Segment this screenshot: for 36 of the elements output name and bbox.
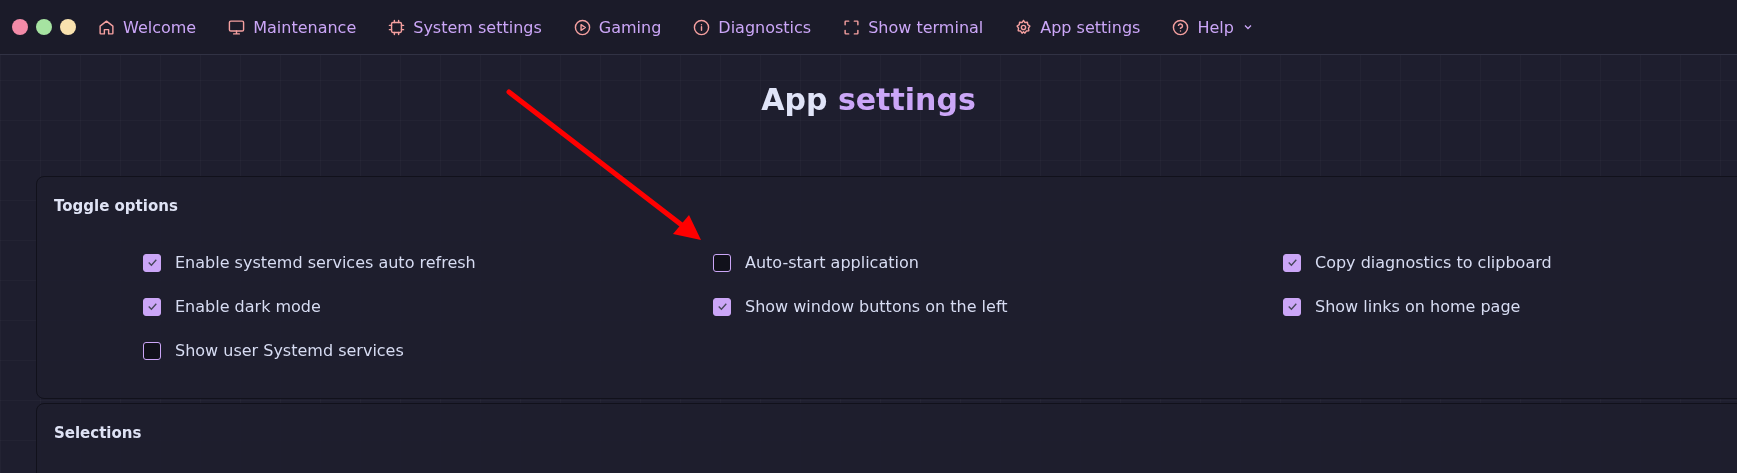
option-label: Show window buttons on the left	[745, 297, 1008, 316]
option-label: Enable dark mode	[175, 297, 321, 316]
nav-tab[interactable]: Show terminal	[843, 17, 984, 37]
option-label: Auto-start application	[745, 253, 919, 272]
window-control[interactable]	[36, 19, 52, 35]
option-label: Enable systemd services auto refresh	[175, 253, 476, 272]
checkbox[interactable]	[713, 297, 731, 316]
play-circle-icon	[573, 18, 591, 36]
window-control[interactable]	[12, 19, 28, 35]
checkbox[interactable]	[143, 341, 161, 360]
checkbox[interactable]	[143, 253, 161, 272]
info-icon	[693, 18, 711, 36]
nav-tab[interactable]: Help	[1172, 17, 1254, 37]
nav-tab[interactable]: System settings	[388, 17, 542, 37]
nav-tab[interactable]: Diagnostics	[693, 17, 812, 37]
frame-corners-icon	[843, 18, 861, 36]
checkbox[interactable]	[143, 297, 161, 316]
nav-tab[interactable]: App settings	[1015, 17, 1141, 37]
chip-icon	[388, 18, 406, 36]
checkbox[interactable]	[1283, 297, 1301, 316]
window-control[interactable]	[60, 19, 76, 35]
checkbox[interactable]	[1283, 253, 1301, 272]
nav-tab[interactable]: Gaming	[573, 17, 662, 37]
page-title: App settings	[761, 83, 976, 117]
nav-tab[interactable]: Maintenance	[228, 17, 357, 37]
panel-title: Selections	[53, 423, 143, 442]
panel-title: Toggle options	[53, 196, 179, 215]
monitor-icon	[228, 18, 246, 36]
help-icon	[1172, 18, 1190, 36]
option-label: Copy diagnostics to clipboard	[1315, 253, 1552, 272]
home-icon	[98, 18, 115, 36]
checkbox[interactable]	[713, 253, 731, 272]
option-label: Show user Systemd services	[175, 341, 404, 360]
option-label: Show links on home page	[1315, 297, 1521, 316]
nav-tab[interactable]: Welcome	[98, 17, 197, 37]
gear-icon	[1015, 18, 1033, 36]
